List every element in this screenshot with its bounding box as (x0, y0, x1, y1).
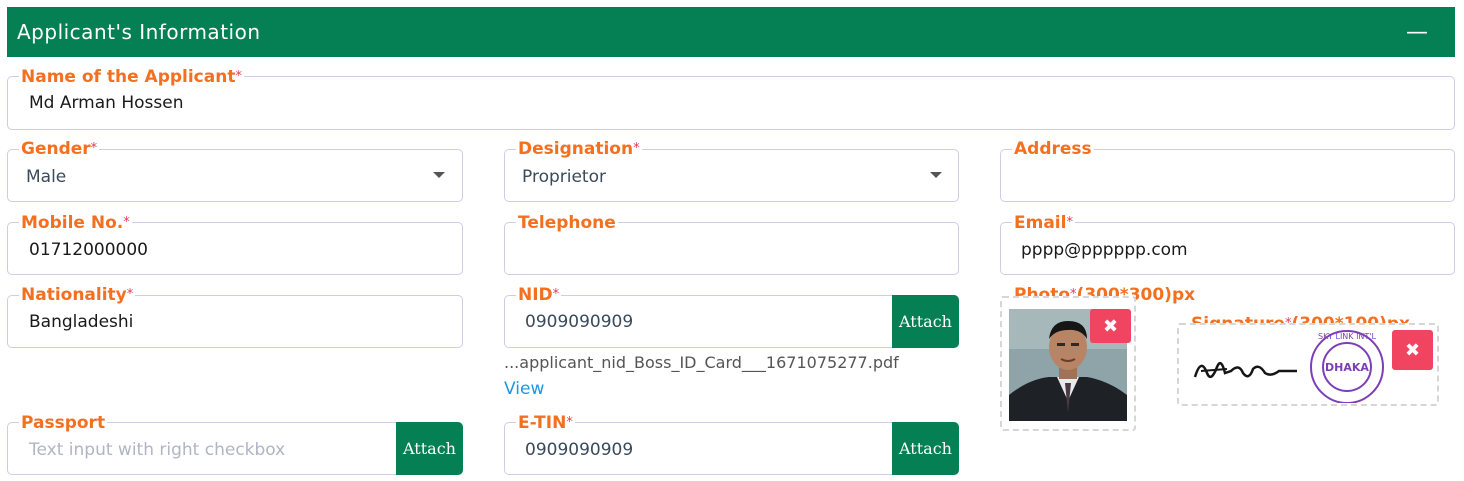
etin-label: E-TIN* (516, 413, 575, 433)
gender-value: Male (26, 167, 67, 187)
email-value: pppp@pppppp.com (1021, 240, 1188, 260)
stamp-text: DHAKA (1325, 361, 1369, 374)
address-label: Address (1012, 139, 1094, 159)
section-header: Applicant's Information — (7, 7, 1455, 57)
etin-attach-button[interactable]: Attach (892, 422, 959, 475)
designation-value: Proprietor (522, 167, 606, 187)
photo-remove-button[interactable]: ✖ (1090, 309, 1131, 343)
signature-image: DHAKA SKY LINK INT'L (1193, 330, 1384, 403)
passport-label: Passport (19, 413, 108, 433)
etin-value: 0909090909 (525, 440, 634, 460)
signature-preview-box: DHAKA SKY LINK INT'L ✖ (1177, 323, 1439, 406)
designation-label: Designation* (516, 139, 642, 159)
mobile-value: 01712000000 (29, 240, 148, 260)
nid-attach-button[interactable]: Attach (892, 295, 959, 348)
passport-attach-button[interactable]: Attach (396, 422, 463, 475)
stamp-ring-text: SKY LINK INT'L (1318, 332, 1376, 341)
mobile-label: Mobile No.* (19, 213, 132, 233)
collapse-button[interactable]: — (1397, 12, 1437, 52)
nationality-value: Bangladeshi (29, 312, 134, 332)
passport-placeholder: Text input with right checkbox (29, 440, 286, 460)
applicant-name-label: Name of the Applicant* (19, 67, 244, 87)
photo-preview-box: ✖ (1000, 296, 1136, 431)
section-title: Applicant's Information (17, 20, 261, 44)
chevron-down-icon (930, 172, 942, 178)
applicant-name-value: Md Arman Hossen (29, 93, 184, 113)
email-label: Email* (1012, 213, 1075, 233)
nid-filename: ...applicant_nid_Boss_ID_Card___16710752… (504, 353, 899, 372)
nid-label: NID* (516, 285, 562, 305)
gender-label: Gender* (19, 139, 100, 159)
nid-value: 0909090909 (525, 312, 634, 332)
nid-view-link[interactable]: View (504, 379, 544, 399)
telephone-label: Telephone (516, 213, 618, 233)
signature-remove-button[interactable]: ✖ (1392, 330, 1433, 370)
nationality-label: Nationality* (19, 285, 136, 305)
chevron-down-icon (433, 172, 445, 178)
